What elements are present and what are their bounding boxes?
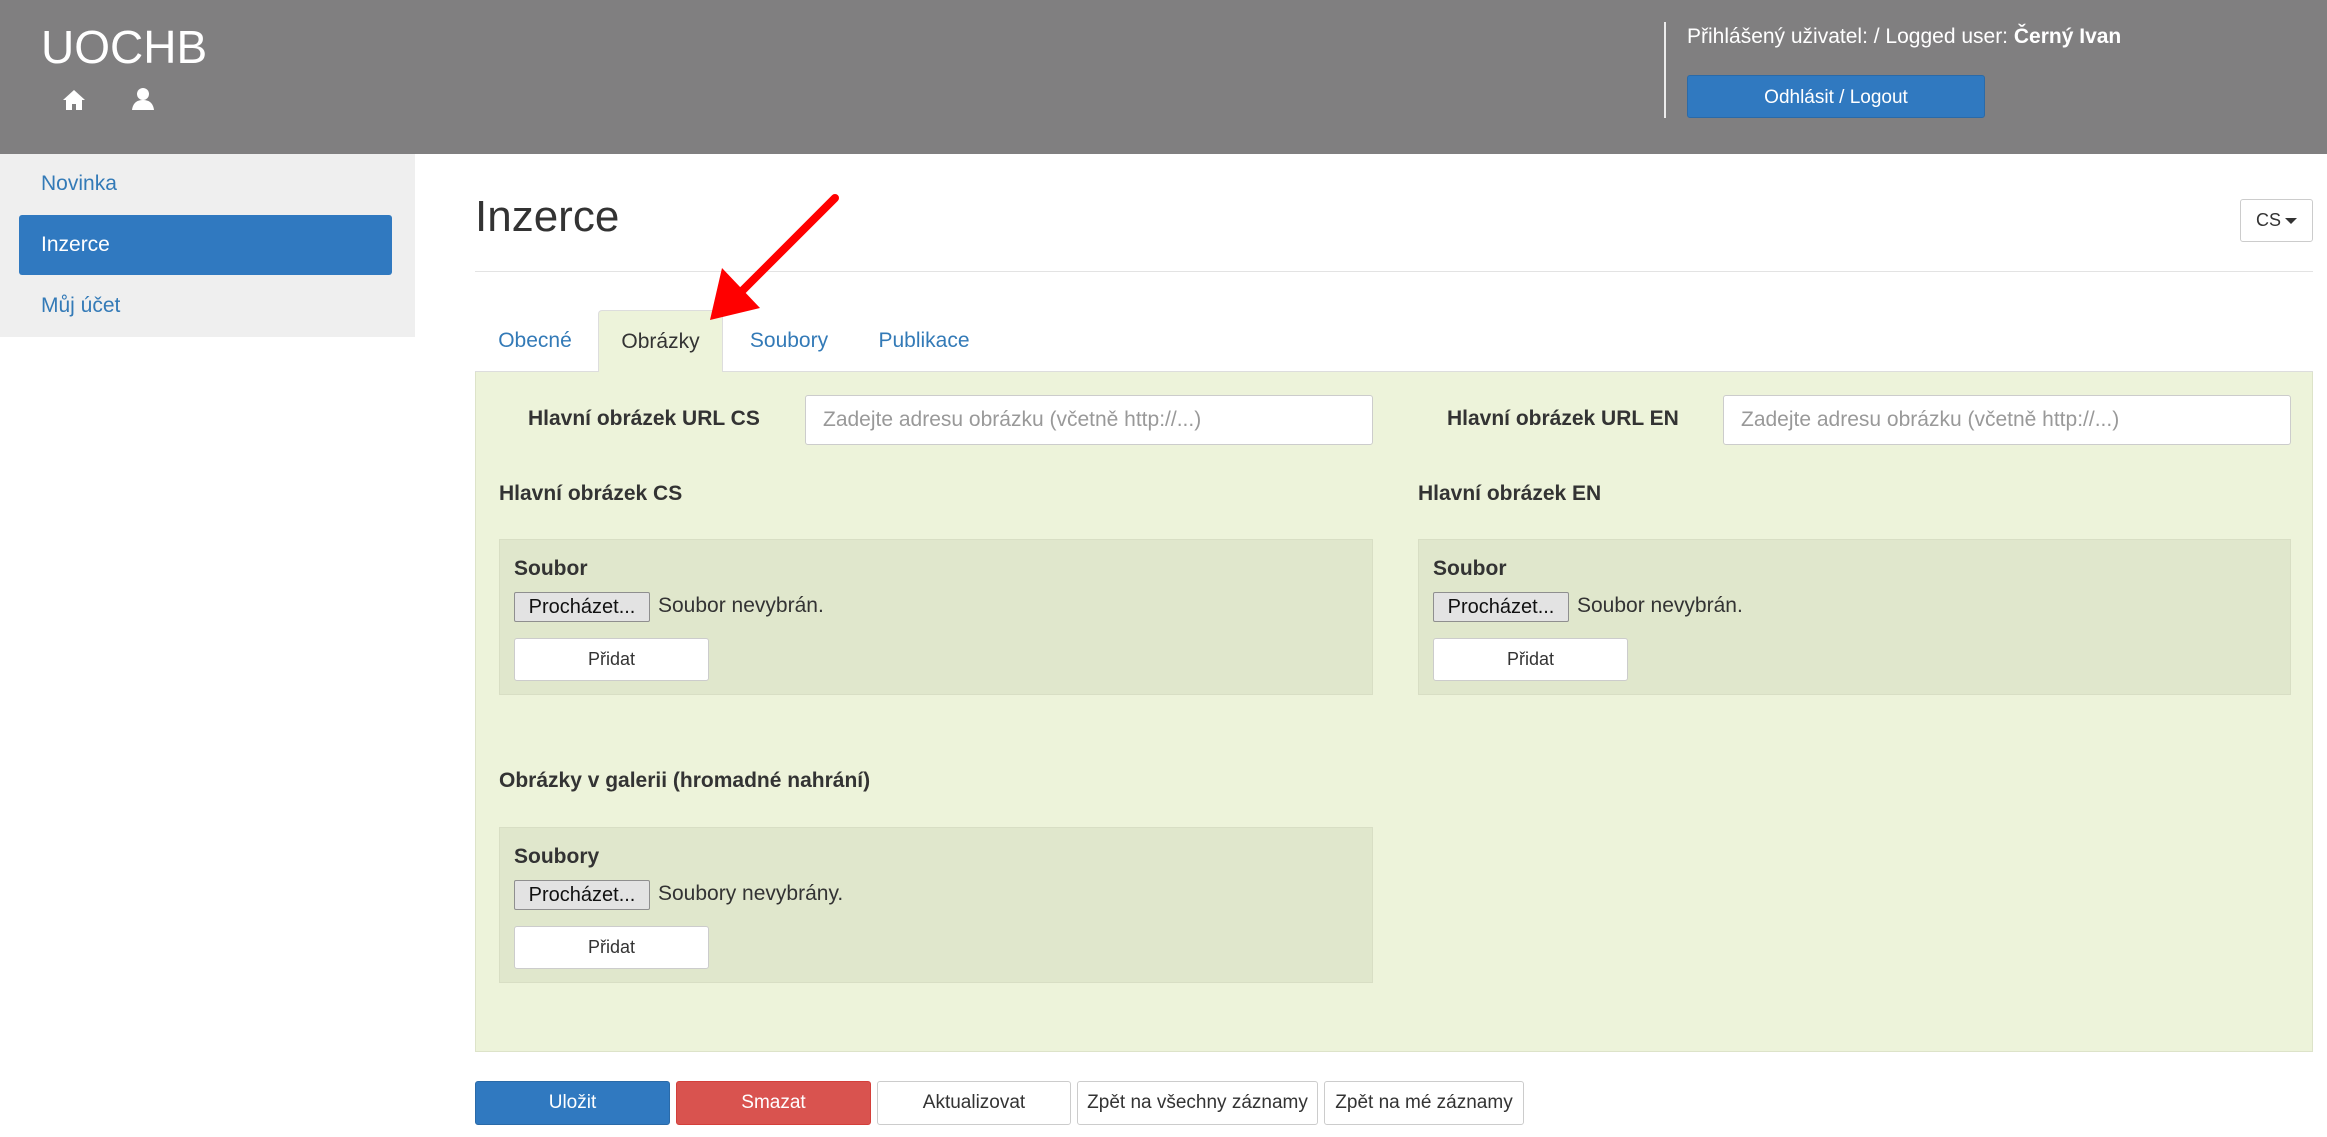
back-to-my-records-button[interactable]: Zpět na mé záznamy — [1324, 1081, 1524, 1125]
url-en-label: Hlavní obrázek URL EN — [1447, 407, 1679, 430]
delete-button[interactable]: Smazat — [676, 1081, 871, 1125]
language-dropdown[interactable]: CS — [2240, 199, 2313, 242]
url-en-input[interactable] — [1723, 395, 2291, 445]
logged-user-info: Přihlášený uživatel: / Logged user: Čern… — [1687, 25, 2121, 49]
main-image-en-browse-button[interactable]: Procházet... — [1433, 592, 1569, 622]
images-tab-panel: Hlavní obrázek URL CS Hlavní obrázek URL… — [475, 372, 2313, 1052]
annotation-arrow-icon — [710, 194, 839, 320]
main-image-cs-file-label: Soubor — [514, 557, 588, 580]
back-to-all-records-button[interactable]: Zpět na všechny záznamy — [1077, 1081, 1318, 1125]
sidebar-item-novinka[interactable]: Novinka — [19, 154, 392, 214]
url-cs-label: Hlavní obrázek URL CS — [528, 407, 760, 430]
sidebar-item-muj-ucet[interactable]: Můj účet — [19, 276, 392, 336]
logged-user-label: Přihlášený uživatel: / Logged user: — [1687, 25, 2009, 48]
language-value: CS — [2255, 210, 2281, 230]
logged-user-name: Černý Ivan — [2013, 25, 2122, 48]
main-image-cs-heading: Hlavní obrázek CS — [499, 482, 683, 505]
gallery-browse-button[interactable]: Procházet... — [514, 880, 650, 910]
top-header: UOCHB Přihlášený uživatel: / Logged user… — [0, 0, 2327, 154]
caret-down-icon — [2285, 218, 2297, 225]
main-image-cs-add-button[interactable]: Přidat — [514, 638, 709, 681]
gallery-upload: Soubory Procházet... Soubory nevybrány. … — [499, 827, 1373, 983]
gallery-add-button[interactable]: Přidat — [514, 926, 709, 969]
save-button[interactable]: Uložit — [475, 1081, 670, 1125]
user-icon[interactable] — [130, 86, 156, 112]
sidebar-item-inzerce[interactable]: Inzerce — [19, 215, 392, 275]
main-image-cs-browse-button[interactable]: Procházet... — [514, 592, 650, 622]
url-cs-input[interactable] — [805, 395, 1373, 445]
main-image-en-upload: Soubor Procházet... Soubor nevybrán. Při… — [1418, 539, 2291, 695]
tab-obecne[interactable]: Obecné — [475, 310, 595, 372]
header-divider — [1664, 22, 1666, 118]
update-button[interactable]: Aktualizovat — [877, 1081, 1071, 1125]
main-image-en-file-status: Soubor nevybrán. — [1577, 594, 1743, 617]
gallery-file-status: Soubory nevybrány. — [658, 882, 844, 905]
page-title: Inzerce — [475, 192, 620, 241]
main-image-en-add-button[interactable]: Přidat — [1433, 638, 1628, 681]
sidebar: Novinka Inzerce Můj účet — [0, 154, 415, 337]
logout-button[interactable]: Odhlásit / Logout — [1687, 75, 1985, 118]
tab-publikace[interactable]: Publikace — [863, 310, 985, 372]
main-image-en-file-label: Soubor — [1433, 557, 1507, 580]
main-image-cs-file-status: Soubor nevybrán. — [658, 594, 824, 617]
gallery-heading: Obrázky v galerii (hromadné nahrání) — [499, 769, 871, 792]
home-icon[interactable] — [61, 87, 87, 113]
gallery-files-label: Soubory — [514, 845, 600, 868]
main-image-cs-upload: Soubor Procházet... Soubor nevybrán. Při… — [499, 539, 1373, 695]
brand-logo[interactable]: UOCHB — [41, 20, 207, 74]
main-image-en-heading: Hlavní obrázek EN — [1418, 482, 1602, 505]
